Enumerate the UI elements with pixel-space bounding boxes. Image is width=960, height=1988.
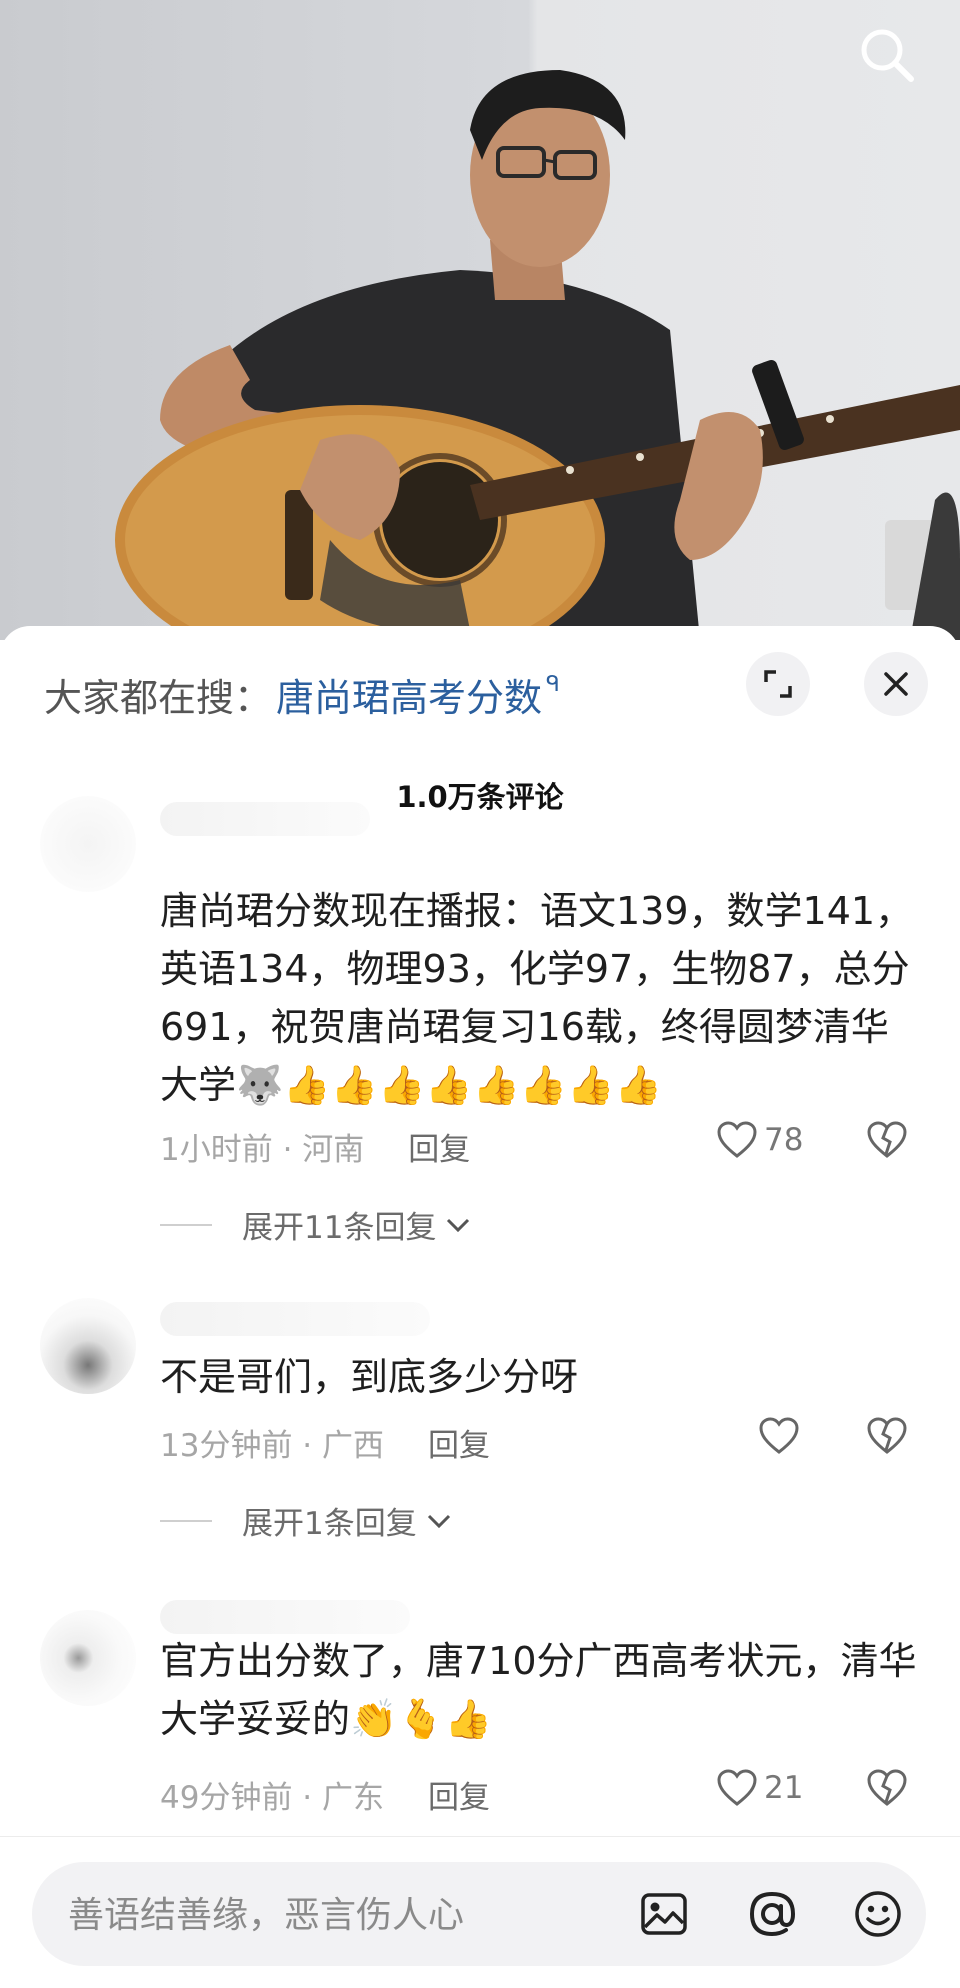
- heart-icon: [759, 1417, 799, 1454]
- video-search-button[interactable]: [854, 22, 920, 88]
- comment-text: 唐尚珺分数现在播报：语文139，数学141，英语134，物理93，化学97，生物…: [160, 889, 914, 1107]
- close-sheet-button[interactable]: [864, 652, 928, 716]
- video-player[interactable]: [0, 0, 960, 640]
- divider-line: [160, 1223, 212, 1226]
- expand-replies-button[interactable]: 展开11条回复: [160, 1202, 472, 1247]
- input-divider: [0, 1836, 960, 1837]
- comment-input[interactable]: [66, 1862, 610, 1968]
- expand-icon: [764, 670, 792, 698]
- comment-meta: 49分钟前 · 广东 回复: [160, 1772, 490, 1817]
- like-button[interactable]: 21: [716, 1768, 803, 1808]
- trending-search-term[interactable]: 唐尚珺高考分数: [276, 667, 542, 722]
- reply-button[interactable]: 回复: [408, 1124, 470, 1169]
- comment-time-location: 1小时前 · 河南: [160, 1132, 365, 1168]
- like-button[interactable]: [758, 1416, 806, 1456]
- comment-time-location: 49分钟前 · 广东: [160, 1780, 385, 1816]
- comment-text: 官方出分数了，唐710分广西高考状元，清华大学妥妥的👏🫰👍: [160, 1639, 917, 1741]
- avatar[interactable]: [40, 1298, 136, 1394]
- expand-sheet-button[interactable]: [746, 652, 810, 716]
- image-button[interactable]: [636, 1886, 692, 1942]
- like-count: 78: [764, 1122, 804, 1158]
- image-icon: [641, 1893, 687, 1935]
- heart-icon: [717, 1769, 757, 1806]
- emoji-icon: [855, 1891, 901, 1937]
- reply-button[interactable]: 回复: [428, 1420, 490, 1465]
- expand-replies-button[interactable]: 展开1条回复: [160, 1498, 453, 1543]
- emoji-button[interactable]: [850, 1886, 906, 1942]
- expand-replies-label: 展开1条回复: [242, 1506, 417, 1542]
- comment-meta: 1小时前 · 河南 回复: [160, 1124, 470, 1169]
- reply-button[interactable]: 回复: [428, 1772, 490, 1817]
- at-icon: [749, 1891, 796, 1937]
- chevron-down-icon: [447, 1218, 470, 1232]
- expand-replies-label: 展开11条回复: [242, 1210, 437, 1246]
- dislike-button[interactable]: [866, 1416, 908, 1460]
- search-icon: ᑫ: [546, 671, 560, 697]
- comment-count-title: 1.0万条评论: [396, 780, 564, 814]
- username[interactable]: [160, 802, 370, 836]
- mention-button[interactable]: [744, 1886, 800, 1942]
- comment-text: 不是哥们，到底多少分呀: [160, 1355, 579, 1399]
- close-icon: [884, 672, 908, 696]
- comment-time-location: 13分钟前 · 广西: [160, 1428, 385, 1464]
- like-button[interactable]: 78: [716, 1120, 803, 1160]
- comment-sheet: 大家都在搜： 唐尚珺高考分数 ᑫ 1.0万条评论 唐尚珺分数现在播报：语文139…: [0, 626, 960, 1988]
- username[interactable]: [160, 1302, 430, 1336]
- broken-heart-icon: [867, 1417, 907, 1454]
- comment-input-bar[interactable]: [32, 1862, 926, 1968]
- dislike-button[interactable]: [866, 1120, 908, 1164]
- video-frame-image: [115, 70, 960, 640]
- broken-heart-icon: [867, 1769, 907, 1806]
- search-icon: [861, 29, 914, 82]
- like-count: 21: [764, 1770, 804, 1806]
- username[interactable]: [160, 1600, 410, 1634]
- divider-line: [160, 1519, 212, 1522]
- trending-search-prefix: 大家都在搜：: [44, 675, 273, 720]
- dislike-button[interactable]: [866, 1768, 908, 1812]
- avatar[interactable]: [40, 1610, 136, 1706]
- heart-icon: [717, 1121, 757, 1158]
- chevron-down-icon: [427, 1514, 450, 1528]
- avatar[interactable]: [40, 796, 136, 892]
- broken-heart-icon: [867, 1121, 907, 1158]
- comment-meta: 13分钟前 · 广西 回复: [160, 1420, 490, 1465]
